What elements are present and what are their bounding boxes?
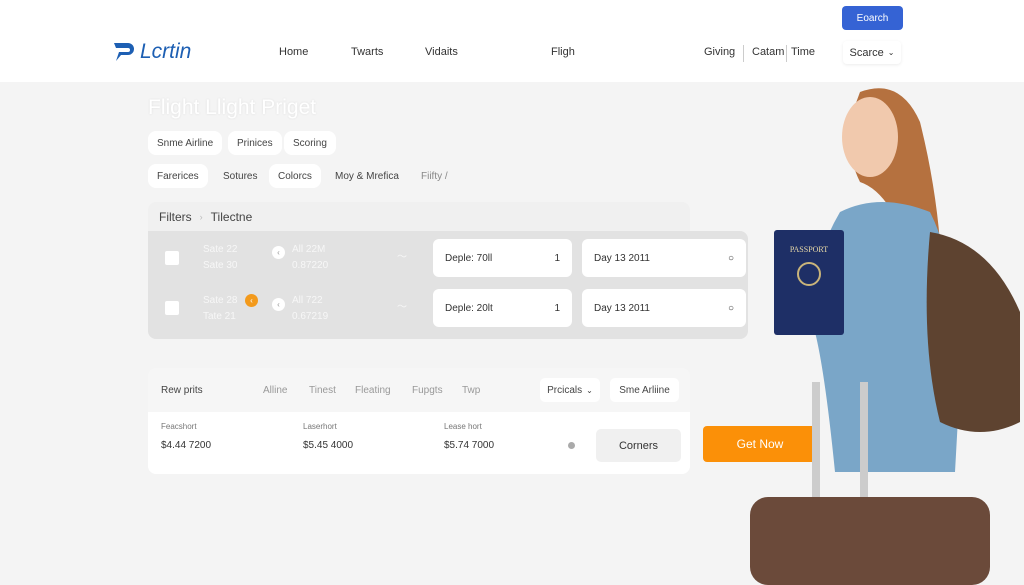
link-giving[interactable]: Giving [704, 46, 735, 58]
nav-fligh[interactable]: Fligh [551, 46, 575, 58]
suitcase-image [750, 497, 990, 585]
chip-farerices[interactable]: Farerices [148, 164, 208, 188]
select-label: Scarce [849, 46, 884, 59]
row-info: Sate 28 Tate 21 [203, 295, 238, 322]
chip-sotures[interactable]: Sotures [214, 164, 266, 188]
logo-text: Lcrtin [140, 40, 192, 63]
breadcrumb: Filters › Tilectne [148, 202, 690, 232]
chip-same-airline[interactable]: Snme Airline [148, 131, 223, 155]
flight-rows: Sate 22 Sate 30 ‹ All 22M 0.87220 〜 Deple:… [148, 231, 748, 339]
results-title: Rew prits [161, 385, 203, 396]
same-airline-button[interactable]: Sme Arliine [610, 378, 679, 402]
clock-icon: ○ [727, 252, 734, 264]
alert-badge-icon: ‹ [245, 294, 258, 307]
svg-text:PASSPORT: PASSPORT [790, 245, 828, 254]
logo-icon [114, 43, 134, 61]
chevron-down-icon: ⌄ [586, 385, 593, 395]
price-col: Laserhort $5.45 4000 [303, 422, 354, 451]
divider [743, 45, 744, 62]
page-title: Flight Llight Priget [148, 96, 317, 119]
results-panel: Rew prits Alline Tinest Fleating Fupgts … [148, 368, 690, 474]
chip-moy-mrefica[interactable]: Moy & Mrefica [326, 164, 408, 188]
tab-alline[interactable]: Alline [263, 385, 287, 396]
info-icon: ‹ [272, 298, 285, 311]
header: Lcrtin Home Twarts Vidaits Fligh Giving … [0, 0, 1024, 82]
divider [786, 45, 787, 62]
chevron-down-icon: ⌄ [887, 48, 895, 57]
chip-colors[interactable]: Colorcs [269, 164, 321, 188]
link-catam[interactable]: Catam [752, 46, 784, 58]
price-col: Feacshort $4.44 7200 [161, 422, 212, 451]
nav-twarts[interactable]: Twarts [351, 46, 383, 58]
scarce-select[interactable]: Scarce ⌄ [843, 41, 901, 64]
price-col: Lease hort $5.74 7000 [444, 422, 495, 451]
status-dot [568, 442, 575, 449]
depart-field[interactable]: Deple: 70ll 1 [433, 239, 572, 277]
chip-scoring[interactable]: Scoring [284, 131, 336, 155]
breadcrumb-separator: › [199, 212, 203, 222]
search-button[interactable]: Eoarch [842, 6, 903, 30]
price-columns: Feacshort $4.44 7200 Laserhort $5.45 4000 … [148, 412, 690, 474]
depart-field[interactable]: Deple: 20lt 1 [433, 289, 572, 327]
tab-twp[interactable]: Twp [462, 385, 480, 396]
tilde-icon: 〜 [397, 252, 407, 263]
clock-icon: ○ [727, 302, 734, 314]
breadcrumb-current: Tilectne [210, 210, 253, 224]
tab-fupgts[interactable]: Fupgts [412, 385, 443, 396]
tab-tinest[interactable]: Tinest [309, 385, 336, 396]
row-info: Sate 22 Sate 30 [203, 244, 238, 271]
row-detail: All 22M 0.87220 [292, 244, 329, 271]
chip-fifty[interactable]: Fiifty / [412, 164, 457, 188]
corners-button[interactable]: Corners [596, 429, 681, 462]
row-detail: All 722 0.67219 [292, 295, 329, 322]
date-field[interactable]: Day 13 2011 ○ [582, 239, 746, 277]
chip-prices[interactable]: Prinices [228, 131, 282, 155]
tilde-icon: 〜 [397, 302, 407, 313]
breadcrumb-filters[interactable]: Filters [159, 210, 192, 224]
traveler-photo: PASSPORT [750, 88, 1020, 585]
logo[interactable]: Lcrtin [113, 40, 191, 64]
nav-vidaits[interactable]: Vidaits [425, 46, 458, 58]
date-field[interactable]: Day 13 2011 ○ [582, 289, 746, 327]
row-checkbox[interactable] [165, 301, 179, 315]
tab-fleating[interactable]: Fleating [355, 385, 391, 396]
row-checkbox[interactable] [165, 251, 179, 265]
prices-dropdown[interactable]: Prcicals ⌄ [540, 378, 600, 402]
info-icon: ‹ [272, 246, 285, 259]
link-time[interactable]: Time [791, 46, 815, 58]
nav-home[interactable]: Home [279, 46, 308, 58]
